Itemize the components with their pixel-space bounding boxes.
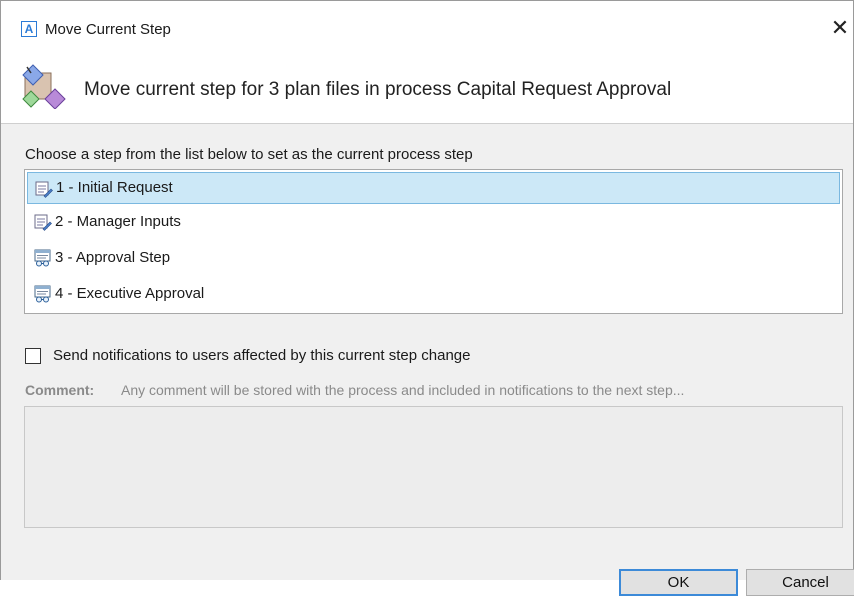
step-list-item-2[interactable]: 2 - Manager Inputs: [27, 206, 840, 238]
cancel-button[interactable]: Cancel: [746, 569, 854, 596]
notify-checkbox-label[interactable]: Send notifications to users affected by …: [53, 347, 470, 364]
move-step-dialog: A Move Current Step ✕ Move current step …: [0, 0, 854, 596]
dialog-heading: Move current step for 3 plan files in pr…: [84, 79, 672, 100]
app-logo-icon: A: [21, 21, 37, 37]
step-list-item-3[interactable]: 3 - Approval Step: [27, 242, 840, 274]
form-edit-icon: [35, 181, 53, 198]
step-list-item-1[interactable]: 1 - Initial Request: [27, 172, 840, 204]
title-bar[interactable]: A Move Current Step ✕: [1, 1, 853, 41]
approval-review-icon: [34, 285, 51, 303]
ok-button[interactable]: OK: [619, 569, 738, 596]
step-label: 2 - Manager Inputs: [55, 213, 181, 230]
dialog-body: Choose a step from the list below to set…: [1, 123, 854, 596]
notify-checkbox[interactable]: [25, 348, 41, 364]
step-label: 4 - Executive Approval: [55, 285, 205, 302]
form-edit-icon: [34, 214, 52, 231]
process-diamond-icon: [22, 64, 66, 109]
dialog-header: Move current step for 3 plan files in pr…: [1, 55, 853, 121]
window-title: Move Current Step: [45, 21, 171, 38]
step-list-item-4[interactable]: 4 - Executive Approval: [27, 278, 840, 310]
instruction-text: Choose a step from the list below to set…: [25, 146, 473, 163]
step-list[interactable]: 1 - Initial Request 2 - Manager Inputs 3…: [24, 169, 843, 314]
step-label: 3 - Approval Step: [55, 249, 171, 266]
comment-textarea[interactable]: [24, 406, 843, 528]
comment-hint: Any comment will be stored with the proc…: [121, 382, 685, 398]
comment-label: Comment:: [25, 382, 95, 398]
close-button[interactable]: ✕: [827, 15, 853, 41]
approval-review-icon: [34, 249, 51, 267]
step-label: 1 - Initial Request: [56, 179, 173, 196]
